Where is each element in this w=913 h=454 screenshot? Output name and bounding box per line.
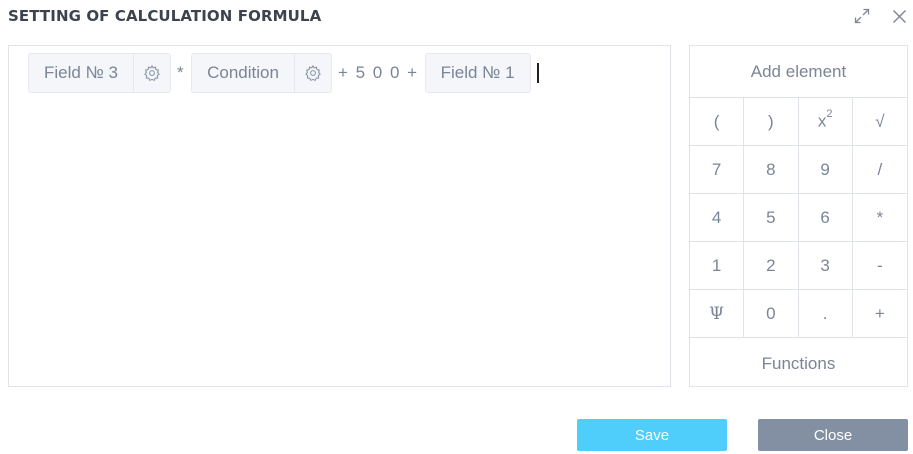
close-button[interactable]: Close	[758, 419, 908, 451]
key-minus[interactable]: -	[852, 242, 907, 290]
functions-button[interactable]: Functions	[690, 338, 907, 389]
save-button[interactable]: Save	[577, 419, 727, 451]
gear-icon[interactable]	[293, 54, 331, 92]
key-3[interactable]: 3	[798, 242, 853, 290]
key-7[interactable]: 7	[690, 146, 745, 194]
key-open-paren[interactable]: (	[690, 98, 745, 146]
close-icon[interactable]	[890, 7, 908, 25]
square-icon: x2	[817, 108, 833, 131]
key-5[interactable]: 5	[744, 194, 799, 242]
key-decimal[interactable]: .	[798, 290, 853, 338]
gear-icon[interactable]	[133, 54, 170, 92]
key-6[interactable]: 6	[798, 194, 853, 242]
key-divide[interactable]: /	[852, 146, 907, 194]
token-label: Condition	[207, 63, 279, 82]
key-plus[interactable]: +	[852, 290, 907, 338]
text-cursor	[536, 63, 539, 83]
key-4[interactable]: 4	[690, 194, 745, 242]
operator-constant: + 5 0 0 +	[337, 63, 419, 82]
key-8[interactable]: 8	[744, 146, 799, 194]
formula-token-field[interactable]: Field № 3	[28, 53, 171, 93]
key-0[interactable]: 0	[744, 290, 799, 338]
keypad-panel: Add element ( ) x2 √ 7 8 9 / 4 5 6 * 1 2…	[689, 45, 908, 387]
keypad-grid: ( ) x2 √ 7 8 9 / 4 5 6 * 1 2 3 - Ψ 0 . +	[690, 98, 907, 338]
dialog-title: SETTING OF CALCULATION FORMULA	[8, 7, 322, 25]
formula-token-condition[interactable]: Condition	[191, 53, 332, 93]
key-2[interactable]: 2	[744, 242, 799, 290]
add-element-button[interactable]: Add element	[690, 46, 907, 98]
expand-icon[interactable]	[853, 7, 871, 25]
key-1[interactable]: 1	[690, 242, 745, 290]
key-sqrt[interactable]: √	[852, 98, 907, 146]
key-multiply[interactable]: *	[852, 194, 907, 242]
key-9[interactable]: 9	[798, 146, 853, 194]
key-close-paren[interactable]: )	[744, 98, 799, 146]
operator-multiply: *	[177, 63, 186, 82]
formula-token-field[interactable]: Field № 1	[424, 53, 531, 93]
formula-editor[interactable]: Field № 3 * Condition + 5 0 0 + Field № …	[8, 45, 671, 387]
token-label: Field № 3	[44, 63, 118, 82]
formula-expression: Field № 3 * Condition + 5 0 0 + Field № …	[28, 53, 539, 93]
token-label: Field № 1	[440, 63, 515, 82]
key-square[interactable]: x2	[798, 98, 853, 146]
key-psi[interactable]: Ψ	[690, 290, 745, 338]
